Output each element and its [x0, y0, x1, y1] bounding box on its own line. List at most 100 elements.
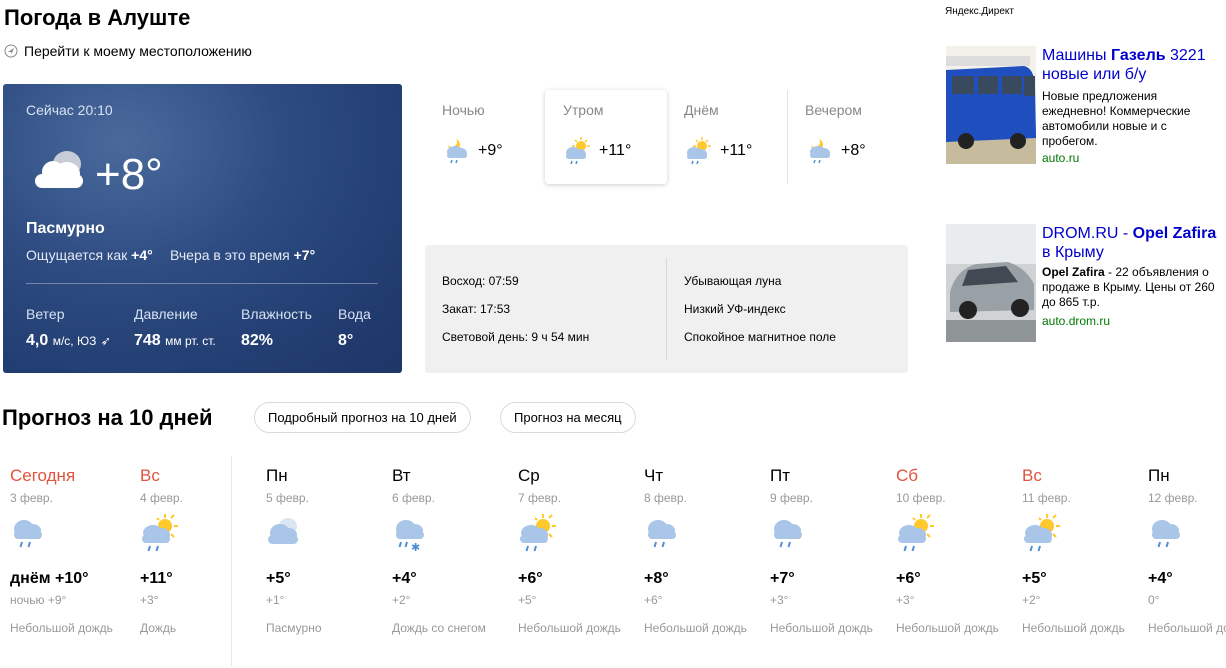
day-condition: Небольшой дождь	[1148, 621, 1226, 635]
sun-cloud-rain-icon	[566, 137, 590, 165]
day-name: Пн	[266, 466, 288, 485]
day-parts: Ночью +9° Утром +11° Днём +11° Вечером +…	[424, 90, 904, 186]
divider	[666, 258, 667, 360]
pressure-value: 748	[134, 332, 161, 349]
day-date: 10 февр.	[896, 491, 946, 505]
cloud-rain-icon	[648, 520, 676, 548]
day-part-temp: +11°	[720, 142, 753, 159]
day-name: Пт	[770, 466, 791, 485]
day-name: Вс	[140, 466, 160, 485]
cloud-rain-icon	[14, 520, 42, 548]
ad-title[interactable]: DROM.RU - Opel Zafira в Крыму	[1042, 224, 1226, 262]
night-temp: +1°	[266, 593, 285, 607]
week-divider	[231, 456, 232, 666]
ad-url[interactable]: auto.drom.ru	[1042, 314, 1110, 328]
ad-description: Новые предложения ежедневно! Коммерчески…	[1042, 89, 1191, 148]
day-condition: Небольшой дождь	[10, 621, 113, 635]
forecast-day[interactable]: Вс 4 февр. +11° +3° Дождь	[130, 456, 256, 666]
day-condition: Небольшой дождь	[770, 621, 873, 635]
svg-text:✱: ✱	[411, 541, 420, 554]
forecast-day[interactable]: Ср 7 февр. +6° +5° Небольшой дождь	[508, 456, 634, 666]
wind-value: 4,0	[26, 332, 49, 349]
ad-url[interactable]: auto.ru	[1042, 151, 1079, 165]
day-part-night[interactable]: Ночью +9°	[424, 90, 546, 184]
water-value: 8°	[338, 332, 354, 349]
current-condition: Пасмурно	[26, 220, 105, 237]
current-time: Сейчас 20:10	[26, 102, 113, 118]
night-rain-icon	[810, 139, 830, 164]
night-temp: ночью +9°	[10, 593, 67, 607]
day-temp: +8°	[644, 570, 669, 587]
sunset: Закат: 17:53	[442, 302, 511, 316]
forecast-day[interactable]: Чт 8 февр. +8° +6° Небольшой дождь	[634, 456, 760, 666]
day-date: 7 февр.	[518, 491, 561, 505]
divider	[26, 283, 378, 284]
day-part-name: Ночью	[442, 102, 485, 118]
day-temp: +11°	[140, 570, 173, 587]
day-part-name: Днём	[684, 102, 719, 118]
feels-like-value: +4°	[131, 247, 153, 263]
day-name: Пн	[1148, 466, 1170, 485]
wind-unit: м/с, ЮЗ	[52, 334, 97, 348]
ads-label: Яндекс.Директ	[945, 6, 1014, 17]
cloud-rain-icon	[774, 520, 802, 548]
water-stat: Вода 8°	[338, 306, 371, 350]
ad-item[interactable]: DROM.RU - Opel Zafira в Крыму Opel Zafira…	[946, 224, 1226, 344]
day-temp: +5°	[266, 570, 291, 587]
night-temp: +2°	[392, 593, 411, 607]
day-name: Вс	[1022, 466, 1042, 485]
day-part-morning[interactable]: Утром +11°	[545, 90, 667, 184]
day-name: Сб	[896, 466, 919, 485]
van-photo	[946, 46, 1036, 164]
sun-cloud-rain-icon	[898, 514, 934, 552]
day-name: Вт	[392, 466, 411, 485]
forecast-day[interactable]: Пн 5 февр. +5° +1° Пасмурно	[256, 456, 382, 666]
forecast-day[interactable]: Пт 9 февр. +7° +3° Небольшой дождь	[760, 456, 886, 666]
day-condition: Небольшой дождь	[644, 621, 747, 635]
ad-title[interactable]: Машины Газель 3221 новые или б/у	[1042, 46, 1226, 84]
forecast-day[interactable]: Вт 6 февр. ✱ +4° +2° Дождь со снегом	[382, 456, 508, 666]
day-part-temp: +8°	[841, 142, 866, 159]
current-weather-card: Сейчас 20:10 +8° Пасмурно Ощущается как …	[3, 84, 402, 373]
my-location-label: Перейти к моему местоположению	[24, 43, 252, 59]
forecast-day[interactable]: Пн 12 февр. +4° 0° Небольшой дождь	[1138, 456, 1226, 666]
cloud-rain-icon	[1152, 520, 1180, 548]
overcast-icon	[268, 518, 298, 544]
ad-item[interactable]: Машины Газель 3221 новые или б/у Новые пр…	[946, 46, 1226, 170]
day-date: 11 февр.	[1022, 491, 1071, 505]
day-date: 8 февр.	[644, 491, 687, 505]
forecast-day[interactable]: Вс 11 февр. +5° +2° Небольшой дождь	[1012, 456, 1138, 666]
day-name: Ср	[518, 466, 540, 485]
wind-label: Ветер	[26, 306, 65, 322]
day-date: 6 февр.	[392, 491, 435, 505]
rain-snow-icon: ✱	[396, 520, 424, 554]
day-part-evening[interactable]: Вечером +8°	[787, 90, 909, 184]
day-name: Сегодня	[10, 466, 76, 485]
sun-moon-info: Восход: 07:59 Закат: 17:53 Световой день…	[425, 245, 908, 373]
day-date: 4 февр.	[140, 491, 183, 505]
moon-phase: Убывающая луна	[684, 274, 782, 288]
sun-cloud-rain-icon	[142, 514, 178, 552]
car-photo	[946, 224, 1036, 342]
forecast-day[interactable]: Сб 10 февр. +6° +3° Небольшой дождь	[886, 456, 1012, 666]
day-date: 3 февр.	[10, 491, 53, 505]
humidity-stat: Влажность 82%	[241, 306, 312, 350]
day-date: 9 февр.	[770, 491, 813, 505]
detailed-forecast-button[interactable]: Подробный прогноз на 10 дней	[254, 402, 471, 433]
pressure-stat: Давление 748 мм рт. ст.	[134, 306, 216, 350]
day-condition: Дождь	[140, 621, 177, 635]
water-label: Вода	[338, 306, 371, 322]
day-temp: +4°	[392, 570, 417, 587]
feels-like: Ощущается как +4°	[26, 247, 153, 263]
day-temp: +7°	[770, 570, 795, 587]
uv-index: Низкий УФ-индекс	[684, 302, 786, 316]
forecast-day[interactable]: Сегодня 3 февр. днём +10° ночью +9° Небольшо…	[0, 456, 126, 666]
ad-description: Opel Zafira - 22 объявления о продаже в …	[1042, 265, 1215, 309]
day-part-day[interactable]: Днём +11°	[666, 90, 788, 184]
night-rain-icon	[447, 139, 467, 164]
my-location-link[interactable]: Перейти к моему местоположению	[4, 43, 252, 59]
night-temp: +3°	[770, 593, 789, 607]
night-temp: +3°	[140, 593, 159, 607]
month-forecast-button[interactable]: Прогноз на месяц	[500, 402, 636, 433]
magnetic-field: Спокойное магнитное поле	[684, 330, 836, 344]
